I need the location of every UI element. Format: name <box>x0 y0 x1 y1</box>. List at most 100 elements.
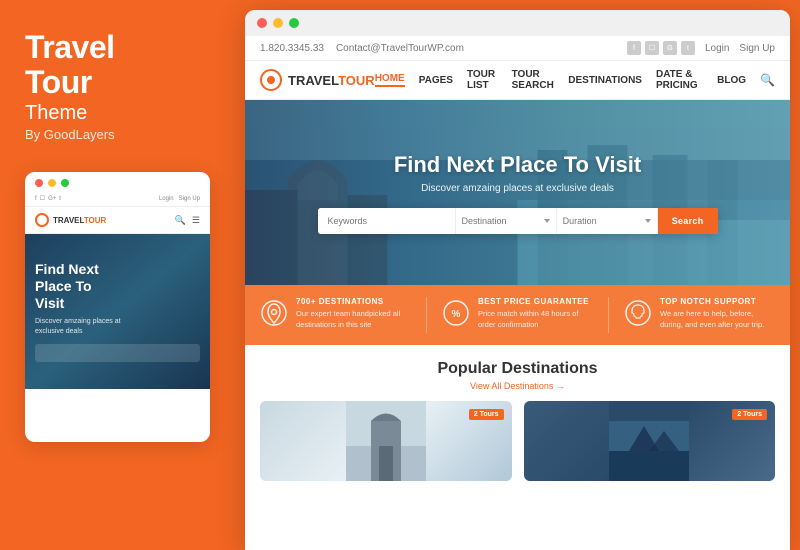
hero-overlay: Find Next Place To Visit Discover amzain… <box>245 100 790 285</box>
mobile-hero-bg <box>25 234 210 389</box>
popular-section: Popular Destinations View All Destinatio… <box>245 345 790 550</box>
card-2-badge: 2 Tours <box>732 409 767 420</box>
feature-support-text: TOP NOTCH SUPPORT We are here to help, b… <box>660 297 775 330</box>
desktop-dot-yellow <box>273 18 283 28</box>
mobile-login-link: Login <box>159 196 174 202</box>
mobile-menu-icon: ☰ <box>192 215 200 226</box>
features-bar: 700+ DESTINATIONS Our expert team handpi… <box>245 285 790 345</box>
nav-date-pricing[interactable]: DATE & PRICING <box>656 69 703 91</box>
topbar-phone: 1.820.3345.33 <box>260 43 324 54</box>
mobile-ig-icon: ☐ <box>40 195 45 202</box>
popular-card-1[interactable]: 2 Tours <box>260 401 512 481</box>
nav-links: HOME PAGES TOUR LIST TOUR SEARCH DESTINA… <box>375 69 775 91</box>
view-all-link[interactable]: View All Destinations → <box>260 381 775 391</box>
desktop-dot-green <box>289 18 299 28</box>
popular-card-2[interactable]: 2 Tours <box>524 401 776 481</box>
site-topbar: 1.820.3345.33 Contact@TravelTourWP.com f… <box>245 36 790 61</box>
mobile-logo: TRAVELTOUR <box>35 213 106 227</box>
mobile-nav: TRAVELTOUR 🔍 ☰ <box>25 207 210 234</box>
mobile-nav-icons: 🔍 ☰ <box>175 215 200 226</box>
topbar-signup[interactable]: Sign Up <box>739 43 775 54</box>
mobile-hero: Find NextPlace ToVisit Discover amzaing … <box>25 234 210 389</box>
desktop-mockup: 1.820.3345.33 Contact@TravelTourWP.com f… <box>245 10 790 550</box>
mobile-social-icons: f ☐ G+ t <box>35 195 61 202</box>
feature-price: % BEST PRICE GUARANTEE Price match withi… <box>442 297 593 333</box>
hero-keyword-input[interactable] <box>318 208 456 234</box>
logo-text: TRAVELTOUR <box>288 73 375 88</box>
feature-price-title: BEST PRICE GUARANTEE <box>478 297 593 306</box>
feature-price-desc: Price match within 48 hours of order con… <box>478 309 593 330</box>
gplus-icon: G <box>663 41 677 55</box>
mobile-logo-text: TRAVELTOUR <box>53 216 106 225</box>
mobile-dot-red <box>35 179 43 187</box>
topbar-social: f ☐ G t <box>627 41 695 55</box>
feature-destinations: 700+ DESTINATIONS Our expert team handpi… <box>260 297 411 333</box>
hero-duration-select[interactable]: Duration <box>557 208 658 234</box>
logo-tour: TOUR <box>338 73 375 88</box>
logo-circle <box>260 69 282 91</box>
mobile-dot-yellow <box>48 179 56 187</box>
topbar-right: f ☐ G t Login Sign Up <box>627 41 775 55</box>
logo-inner <box>267 76 275 84</box>
support-icon <box>624 299 652 333</box>
nav-pages[interactable]: PAGES <box>419 75 453 86</box>
logo-travel: TRAVEL <box>288 73 338 88</box>
hero-subtitle: Discover amzaing places at exclusive dea… <box>421 183 614 194</box>
topbar-left: 1.820.3345.33 Contact@TravelTourWP.com <box>260 43 464 54</box>
mobile-hero-subtitle: Discover amzaing places atexclusive deal… <box>35 317 121 337</box>
popular-title: Popular Destinations <box>260 360 775 378</box>
feature-divider-2 <box>608 297 609 333</box>
mobile-topbar: f ☐ G+ t Login Sign Up <box>25 191 210 207</box>
mobile-window-bar <box>25 172 210 191</box>
mobile-dot-green <box>61 179 69 187</box>
nav-tour-list[interactable]: TOUR LIST <box>467 69 498 91</box>
card-1-badge: 2 Tours <box>469 409 504 420</box>
site-logo: TRAVELTOUR <box>260 69 375 91</box>
mobile-signup-link: Sign Up <box>179 196 200 202</box>
nav-search-icon[interactable]: 🔍 <box>760 73 775 87</box>
nav-blog[interactable]: BLOG <box>717 75 746 86</box>
mobile-mockup: f ☐ G+ t Login Sign Up TRAVELTOUR 🔍 ☰ <box>25 172 210 442</box>
site-nav: TRAVELTOUR HOME PAGES TOUR LIST TOUR SEA… <box>245 61 790 100</box>
card-1-image <box>346 401 426 481</box>
twitter-icon: t <box>681 41 695 55</box>
hero-destination-select[interactable]: Destination <box>456 208 557 234</box>
feature-divider-1 <box>426 297 427 333</box>
svg-text:%: % <box>452 309 461 320</box>
hero-title: Find Next Place To Visit <box>394 152 641 178</box>
ig-icon: ☐ <box>645 41 659 55</box>
card-2-image <box>609 401 689 481</box>
feature-destinations-text: 700+ DESTINATIONS Our expert team handpi… <box>296 297 411 330</box>
nav-destinations[interactable]: DESTINATIONS <box>568 75 642 86</box>
feature-support: TOP NOTCH SUPPORT We are here to help, b… <box>624 297 775 333</box>
mobile-auth-links: Login Sign Up <box>159 196 200 202</box>
mobile-logo-circle <box>35 213 49 227</box>
desktop-content: 1.820.3345.33 Contact@TravelTourWP.com f… <box>245 36 790 550</box>
mobile-twitter-icon: t <box>59 196 61 202</box>
brand-byline: By GoodLayers <box>25 127 215 142</box>
nav-home[interactable]: HOME <box>375 73 405 87</box>
nav-tour-search[interactable]: TOUR SEARCH <box>512 69 555 91</box>
feature-support-desc: We are here to help, before, during, and… <box>660 309 775 330</box>
popular-cards: 2 Tours 2 Tours <box>260 401 775 481</box>
desktop-dot-red <box>257 18 267 28</box>
mobile-hero-title: Find NextPlace ToVisit <box>35 261 99 311</box>
site-hero: Find Next Place To Visit Discover amzain… <box>245 100 790 285</box>
topbar-login[interactable]: Login <box>705 43 729 54</box>
topbar-email: Contact@TravelTourWP.com <box>336 43 464 54</box>
brand-title: TravelTour <box>25 30 215 100</box>
mobile-gplus-icon: G+ <box>48 196 56 202</box>
fb-icon: f <box>627 41 641 55</box>
left-panel: TravelTour Theme By GoodLayers f ☐ G+ t … <box>0 0 240 550</box>
mobile-search-icon: 🔍 <box>175 215 186 226</box>
feature-support-title: TOP NOTCH SUPPORT <box>660 297 775 306</box>
hero-search-bar: Destination Duration Search <box>318 208 718 234</box>
mobile-fb-icon: f <box>35 196 37 202</box>
hero-search-button[interactable]: Search <box>658 208 718 234</box>
feature-destinations-title: 700+ DESTINATIONS <box>296 297 411 306</box>
brand-subtitle: Theme <box>25 102 215 125</box>
feature-price-text: BEST PRICE GUARANTEE Price match within … <box>478 297 593 330</box>
feature-destinations-desc: Our expert team handpicked all destinati… <box>296 309 411 330</box>
desktop-window-bar <box>245 10 790 36</box>
price-icon: % <box>442 299 470 333</box>
